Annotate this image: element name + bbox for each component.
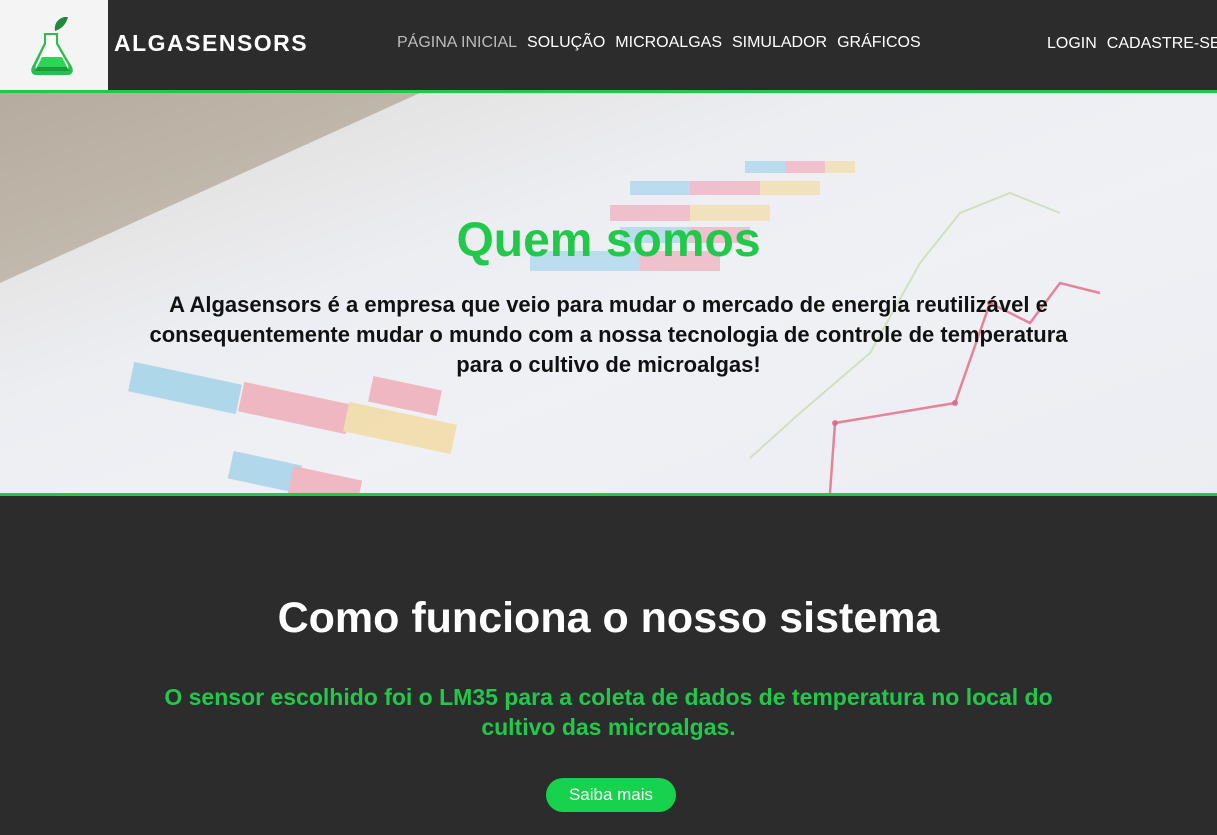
auth-links: LOGIN CADASTRE-SE (1047, 35, 1217, 53)
nav-item-graficos[interactable]: GRÁFICOS (837, 34, 921, 52)
flask-leaf-icon (31, 17, 73, 75)
hero-description: A Algasensors é a empresa que veio para … (149, 292, 1068, 377)
hero-section: Quem somos A Algasensors é a empresa que… (0, 93, 1217, 496)
nav-item-simulador[interactable]: SIMULADOR (732, 34, 827, 52)
signup-link[interactable]: CADASTRE-SE (1107, 35, 1217, 53)
hero-content: Quem somos A Algasensors é a empresa que… (0, 213, 1217, 380)
section-description: O sensor escolhido foi o LM35 para a col… (164, 684, 1053, 740)
login-link[interactable]: LOGIN (1047, 35, 1097, 53)
saiba-mais-button[interactable]: Saiba mais (546, 778, 676, 812)
nav-item-pagina-inicial[interactable]: PÁGINA INICIAL (397, 34, 517, 52)
nav-item-microalgas[interactable]: MICROALGAS (615, 34, 722, 52)
main-nav: PÁGINA INICIAL SOLUÇÃO MICROALGAS SIMULA… (397, 34, 921, 52)
brand-name[interactable]: ALGASENSORS (114, 30, 308, 57)
hero-title: Quem somos (456, 214, 761, 267)
how-it-works-section: Como funciona o nosso sistema O sensor e… (0, 496, 1217, 835)
section-title: Como funciona o nosso sistema (277, 594, 940, 642)
site-header: ALGASENSORS PÁGINA INICIAL SOLUÇÃO MICRO… (0, 0, 1217, 93)
nav-item-solucao[interactable]: SOLUÇÃO (527, 34, 605, 52)
logo[interactable] (0, 0, 108, 90)
